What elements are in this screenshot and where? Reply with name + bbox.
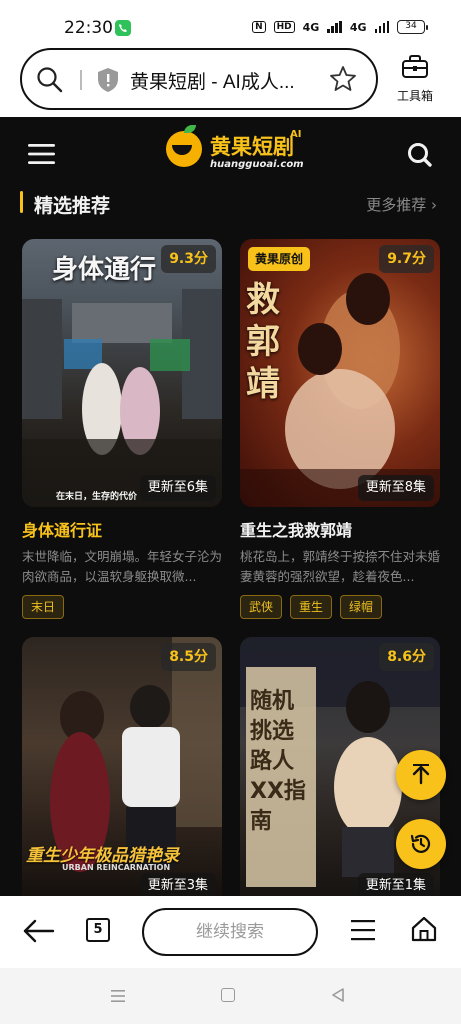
battery-icon: 34 xyxy=(397,20,428,34)
poster-image[interactable]: 重生少年极品猎艳录 URBAN REINCARNATION 8.5分 更新至3集 xyxy=(22,637,222,896)
signal-icon-2 xyxy=(374,21,389,33)
episodes-badge: 更新至6集 xyxy=(139,475,216,501)
hd-icon: HD xyxy=(273,21,295,33)
history-button[interactable] xyxy=(396,819,446,869)
tag[interactable]: 重生 xyxy=(290,595,333,619)
network-label-2: 4G xyxy=(349,20,367,34)
home-icon[interactable] xyxy=(410,915,438,947)
browser-bottom-bar: 5 继续搜索 xyxy=(0,896,461,968)
poster-image[interactable]: 救郭靖 黄果原创 9.7分 更新至8集 xyxy=(240,239,440,507)
poster-subtitle: URBAN REINCARNATION xyxy=(62,863,171,872)
episodes-badge: 更新至8集 xyxy=(357,475,434,501)
drama-card-2[interactable]: 救郭靖 黄果原创 9.7分 更新至8集 重生之我救郭靖 桃花岛上，郭靖终于按捺不… xyxy=(240,239,440,629)
score-badge: 8.6分 xyxy=(379,643,434,671)
toolbox-button[interactable]: 工具箱 xyxy=(390,54,440,104)
history-icon xyxy=(410,834,431,853)
system-back-icon[interactable] xyxy=(330,987,346,1007)
site-search-icon[interactable] xyxy=(406,141,434,173)
logo-ai: AI xyxy=(290,129,302,140)
drama-description: 桃花岛上，郭靖终于按捺不住对未婚妻黄蓉的强烈欲望，趁着夜色... xyxy=(240,549,440,584)
browser-menu-icon[interactable] xyxy=(350,918,376,946)
nfc-icon: N xyxy=(252,21,266,33)
episodes-badge: 更新至1集 xyxy=(357,873,434,896)
section-title: 精选推荐 xyxy=(34,195,111,217)
section-accent-bar xyxy=(20,191,23,213)
score-badge: 8.5分 xyxy=(161,643,216,671)
system-navigation-bar xyxy=(0,968,461,1024)
shield-icon[interactable] xyxy=(96,67,120,97)
poster-caption: 在末日，生存的代价 xyxy=(56,492,138,502)
status-indicators: N HD 4G 4G 34 xyxy=(252,20,428,34)
logo-text: 黄果短剧 xyxy=(210,135,294,159)
signal-icon xyxy=(327,21,342,33)
tag-list: 武侠 重生 绿帽 xyxy=(240,595,383,619)
poster-title-text: 救郭靖 xyxy=(246,280,280,404)
score-badge: 9.7分 xyxy=(379,245,434,273)
tag[interactable]: 末日 xyxy=(22,595,65,619)
logo-leaf-icon xyxy=(184,125,196,133)
episodes-badge: 更新至3集 xyxy=(139,873,216,896)
upload-icon xyxy=(412,764,430,785)
more-recommendations-link[interactable]: 更多推荐 › xyxy=(366,194,437,215)
logo-mark-icon xyxy=(166,131,202,167)
network-label-1: 4G xyxy=(302,20,320,34)
drama-card-1[interactable]: 身体通行 在末日，生存的代价 9.3分 更新至6集 身体通行证 末世降临，文明崩… xyxy=(22,239,222,629)
back-arrow-icon[interactable] xyxy=(22,916,56,950)
tag-list: 末日 xyxy=(22,595,65,619)
site-header: 黄果短剧 AI huangguoai.com xyxy=(0,117,461,189)
poster-image[interactable]: 身体通行 在末日，生存的代价 9.3分 更新至6集 xyxy=(22,239,222,507)
poster-title-text: 身体通行 xyxy=(52,255,157,285)
status-time: 22:30 xyxy=(64,18,113,38)
status-bar: 22:30 N HD 4G 4G 34 xyxy=(0,0,461,44)
system-home-icon[interactable] xyxy=(221,988,235,1002)
drama-title[interactable]: 重生之我救郭靖 xyxy=(240,517,352,541)
toolbox-label: 工具箱 xyxy=(396,89,433,103)
phone-call-icon xyxy=(115,20,131,36)
address-divider xyxy=(80,70,82,90)
tabs-button[interactable]: 5 xyxy=(86,918,110,942)
tag[interactable]: 绿帽 xyxy=(340,595,383,619)
drama-description: 末世降临，文明崩塌。年轻女子沦为肉欲商品，以温软身躯换取微... xyxy=(22,549,222,584)
score-badge: 9.3分 xyxy=(161,245,216,273)
tag[interactable]: 武侠 xyxy=(240,595,283,619)
poster-title-text: 随机挑选路人XX指南 xyxy=(250,689,306,834)
logo-domain: huangguoai.com xyxy=(210,159,304,170)
continue-search-button[interactable]: 继续搜索 xyxy=(142,908,318,956)
search-icon[interactable] xyxy=(36,66,64,98)
drama-title[interactable]: 身体通行证 xyxy=(22,517,102,541)
recent-apps-icon[interactable] xyxy=(110,988,126,1008)
scroll-top-button[interactable] xyxy=(396,750,446,800)
toolbox-icon xyxy=(401,55,429,84)
drama-card-3[interactable]: 重生少年极品猎艳录 URBAN REINCARNATION 8.5分 更新至3集 xyxy=(22,637,222,896)
web-page: 黄果短剧 AI huangguoai.com 精选推荐 更多推荐 › 身体通行 … xyxy=(0,117,461,896)
address-bar[interactable]: 黄果短剧 - AI成人... xyxy=(20,48,378,110)
original-badge: 黄果原创 xyxy=(248,247,311,271)
page-title[interactable]: 黄果短剧 - AI成人... xyxy=(130,67,295,94)
menu-icon[interactable] xyxy=(28,143,56,169)
star-icon[interactable] xyxy=(329,65,357,97)
